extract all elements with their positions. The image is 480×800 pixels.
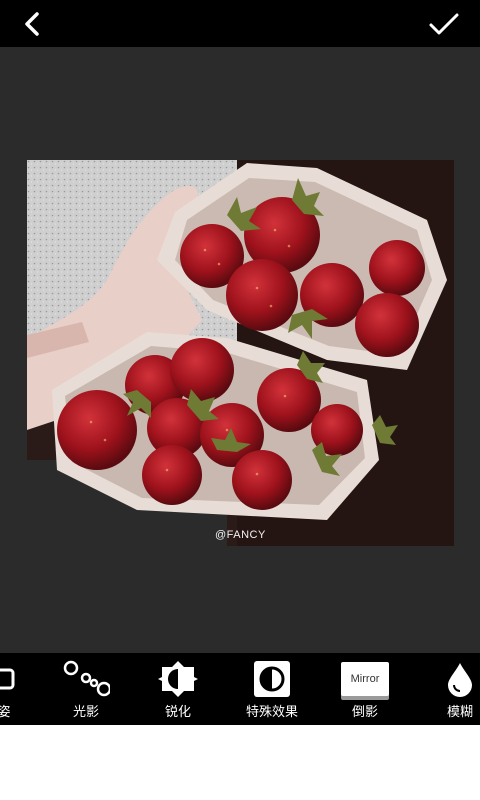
photo-preview[interactable] bbox=[27, 160, 454, 546]
tool-blur[interactable]: 模糊 bbox=[440, 653, 480, 725]
light-dots-icon bbox=[63, 660, 110, 697]
chevron-left-icon bbox=[25, 12, 39, 36]
back-button[interactable] bbox=[14, 6, 50, 42]
contrast-icon bbox=[254, 661, 290, 697]
bottom-blank-area bbox=[0, 725, 480, 800]
tool-label: 姿 bbox=[0, 705, 11, 720]
tool-label: 锐化 bbox=[164, 705, 191, 720]
tool-label: 光影 bbox=[72, 705, 99, 720]
confirm-button[interactable] bbox=[426, 6, 462, 42]
mirror-icon: Mirror bbox=[341, 662, 389, 696]
tool-item-0[interactable]: 姿 bbox=[0, 653, 24, 725]
strawberries-photo bbox=[27, 160, 454, 546]
tool-label: 特殊效果 bbox=[245, 705, 298, 720]
tool-sharpen[interactable]: 锐化 bbox=[155, 653, 201, 725]
tool-mirror[interactable]: Mirror 倒影 bbox=[338, 653, 392, 725]
tool-light-shadow[interactable]: 光影 bbox=[60, 653, 112, 725]
tool-label: 倒影 bbox=[351, 705, 378, 720]
tool-special-effects[interactable]: 特殊效果 bbox=[240, 653, 304, 725]
tool-label: 模糊 bbox=[446, 705, 473, 720]
photo-watermark: @FANCY bbox=[215, 529, 266, 541]
sharpen-icon bbox=[158, 661, 198, 697]
top-bar bbox=[0, 0, 480, 47]
drop-icon bbox=[448, 663, 472, 697]
checkmark-icon bbox=[429, 13, 459, 35]
square-outline-icon bbox=[0, 668, 15, 690]
edit-toolbar: 姿 光影 锐化 特殊效果 Mirror 倒影 模糊 bbox=[0, 653, 480, 725]
